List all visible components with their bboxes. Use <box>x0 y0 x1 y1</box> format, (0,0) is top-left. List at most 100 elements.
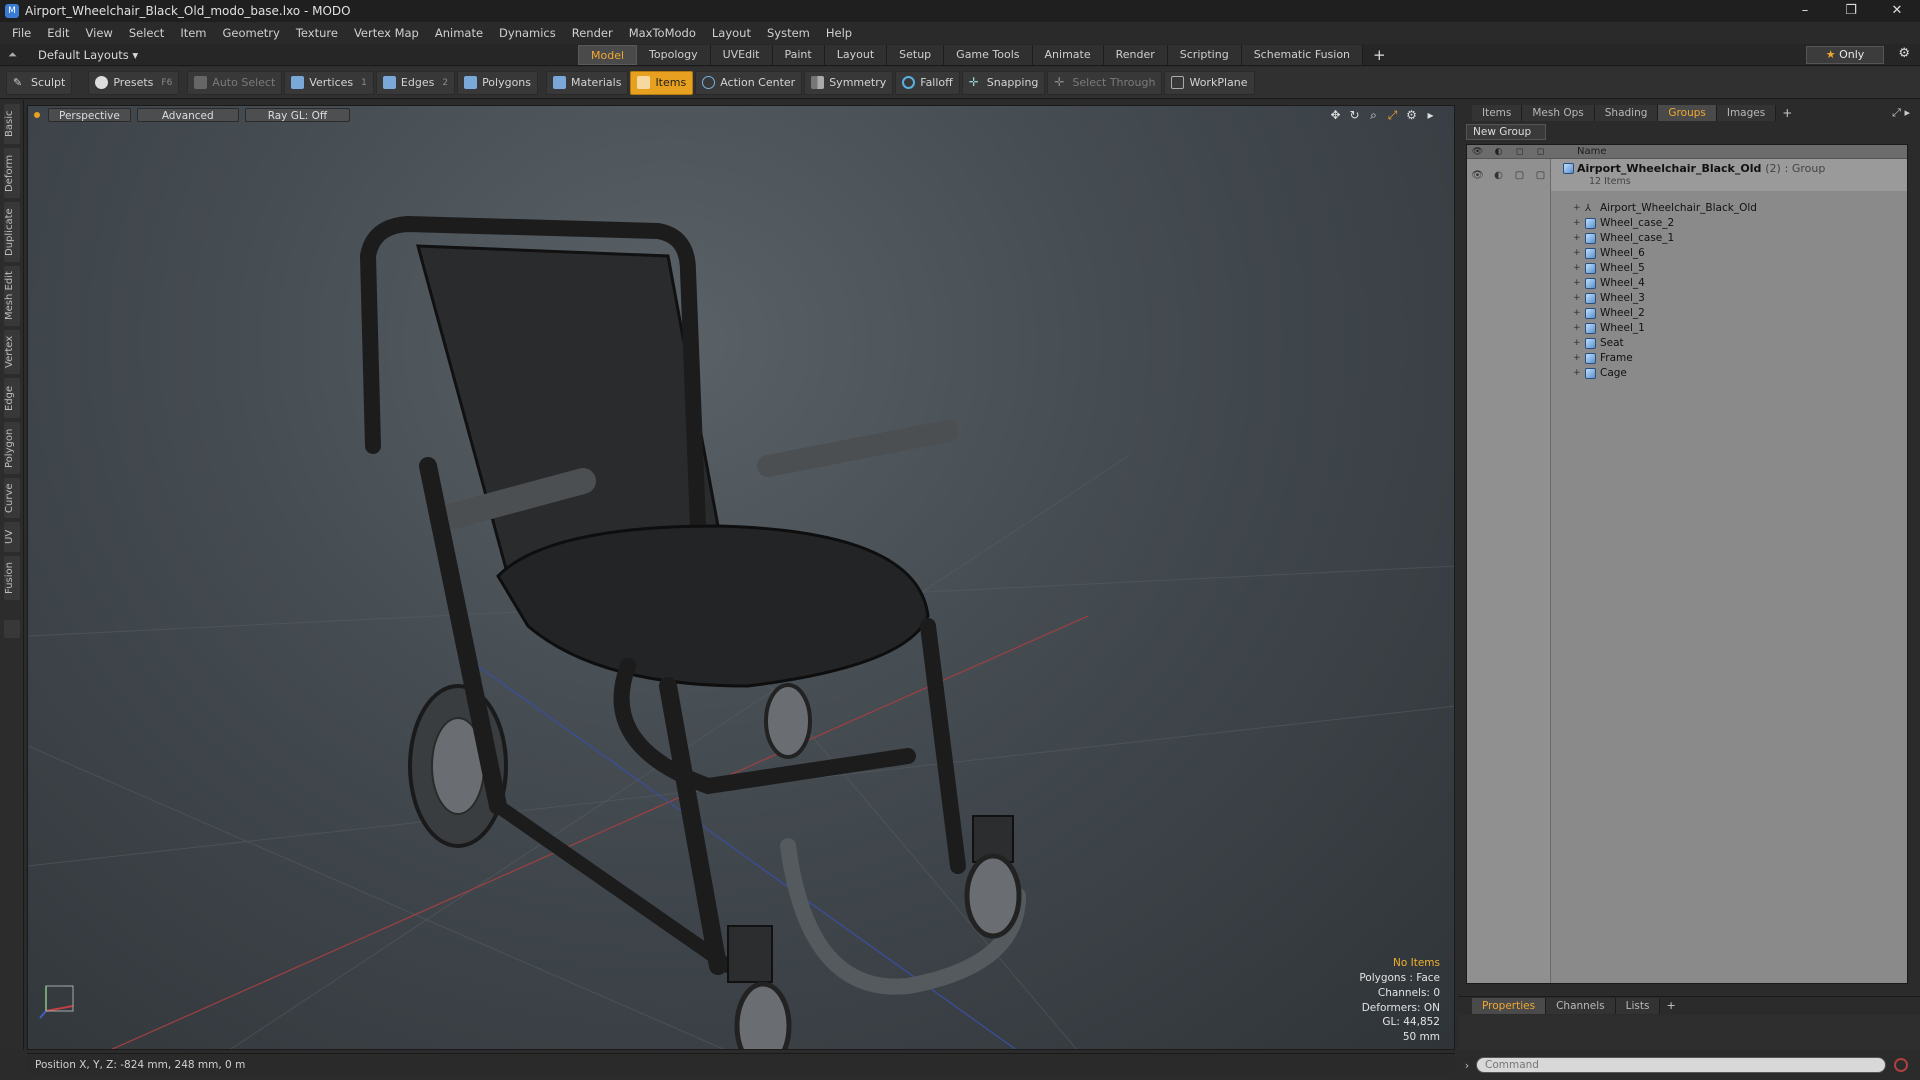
new-group-button[interactable]: New Group <box>1466 124 1546 140</box>
zoom-icon[interactable]: ⌕ <box>1364 108 1383 123</box>
menu-file[interactable]: File <box>4 22 39 44</box>
tab-model[interactable]: Model <box>578 44 638 65</box>
expand-icon[interactable]: + <box>1573 308 1585 318</box>
vtab-extra-button[interactable] <box>4 620 20 638</box>
polygons-button[interactable]: Polygons <box>457 70 539 95</box>
vtab-polygon[interactable]: Polygon <box>4 422 20 474</box>
tab-layout[interactable]: Layout <box>824 44 888 65</box>
visibility-column-icon[interactable]: 👁 <box>1467 147 1488 157</box>
menu-render[interactable]: Render <box>564 22 621 44</box>
tab-topology[interactable]: Topology <box>637 44 711 65</box>
fit-icon[interactable]: ⤢ <box>1383 108 1402 123</box>
viewport-gear-icon[interactable]: ⚙ <box>1402 108 1421 123</box>
expand-icon[interactable]: + <box>1573 338 1585 348</box>
tab-lists[interactable]: Lists <box>1615 997 1661 1014</box>
vtab-uv[interactable]: UV <box>4 522 20 552</box>
symmetry-button[interactable]: Symmetry <box>804 70 894 95</box>
list-item[interactable]: + Cage <box>1551 364 1907 382</box>
materials-button[interactable]: Materials <box>546 70 629 95</box>
menu-texture[interactable]: Texture <box>288 22 346 44</box>
view-mode-button[interactable]: Perspective <box>48 108 131 122</box>
edges-button[interactable]: Edges 2 <box>375 70 456 95</box>
root-select-toggle[interactable]: ▢ <box>1530 170 1551 181</box>
action-center-button[interactable]: Action Center <box>695 70 803 95</box>
menu-layout[interactable]: Layout <box>704 22 759 44</box>
tab-animate[interactable]: Animate <box>1032 44 1104 65</box>
pan-icon[interactable]: ✥ <box>1326 108 1345 123</box>
viewport-more-icon[interactable]: ▸ <box>1421 108 1440 123</box>
tab-items[interactable]: Items <box>1472 105 1523 121</box>
tab-setup[interactable]: Setup <box>887 44 945 65</box>
lock-column-icon[interactable]: ◻ <box>1509 147 1530 157</box>
menu-animate[interactable]: Animate <box>427 22 491 44</box>
root-group-row[interactable]: Airport_Wheelchair_Black_Old (2) : Group… <box>1551 159 1907 191</box>
shading-mode-button[interactable]: Advanced <box>136 108 239 122</box>
expand-icon[interactable]: + <box>1573 293 1585 303</box>
snapping-button[interactable]: ✛ Snapping <box>961 70 1046 95</box>
tab-images[interactable]: Images <box>1716 105 1777 121</box>
raygl-button[interactable]: Ray GL: Off <box>244 108 351 122</box>
menu-edit[interactable]: Edit <box>39 22 77 44</box>
viewport-options-dot[interactable] <box>34 112 40 118</box>
stop-icon[interactable] <box>1894 1058 1908 1072</box>
add-layout-tab-button[interactable]: + <box>1373 46 1386 64</box>
command-input[interactable] <box>1476 1057 1886 1073</box>
tab-shading[interactable]: Shading <box>1594 105 1659 121</box>
tab-paint[interactable]: Paint <box>772 44 825 65</box>
only-toggle[interactable]: ★ Only <box>1806 46 1884 64</box>
vertices-button[interactable]: Vertices 1 <box>284 70 374 95</box>
auto-select-button[interactable]: Auto Select <box>187 70 283 95</box>
tab-channels[interactable]: Channels <box>1546 997 1616 1014</box>
expand-icon[interactable]: + <box>1573 233 1585 243</box>
close-button[interactable]: ✕ <box>1874 0 1920 22</box>
tab-groups[interactable]: Groups <box>1658 105 1717 121</box>
tab-mesh-ops[interactable]: Mesh Ops <box>1522 105 1595 121</box>
tab-properties[interactable]: Properties <box>1472 997 1547 1014</box>
root-visibility-toggle[interactable]: 👁 <box>1467 170 1488 181</box>
select-through-button[interactable]: ✛ Select Through <box>1047 70 1163 95</box>
root-lock-toggle[interactable]: ▢ <box>1509 170 1530 181</box>
gear-icon[interactable]: ⚙ <box>1898 46 1910 61</box>
add-properties-tab-button[interactable]: + <box>1666 999 1675 1012</box>
viewport-scene[interactable] <box>28 106 1455 1050</box>
menu-help[interactable]: Help <box>818 22 860 44</box>
layouts-dropdown[interactable]: Default Layouts ▾ <box>38 48 578 62</box>
vtab-deform[interactable]: Deform <box>4 148 20 198</box>
render-column-icon[interactable]: ◐ <box>1488 147 1509 157</box>
name-column-header[interactable]: Name <box>1577 146 1607 157</box>
vtab-edge[interactable]: Edge <box>4 378 20 418</box>
expand-icon[interactable]: + <box>1573 248 1585 258</box>
vtab-mesh-edit[interactable]: Mesh Edit <box>4 266 20 326</box>
tab-render[interactable]: Render <box>1103 44 1168 65</box>
command-history-icon[interactable]: › <box>1458 1059 1476 1072</box>
vtab-curve[interactable]: Curve <box>4 478 20 518</box>
minimize-button[interactable]: – <box>1782 0 1828 22</box>
menu-geometry[interactable]: Geometry <box>215 22 288 44</box>
menu-item[interactable]: Item <box>172 22 214 44</box>
vtab-fusion[interactable]: Fusion <box>4 556 20 600</box>
vtab-duplicate[interactable]: Duplicate <box>4 202 20 262</box>
expand-icon[interactable]: + <box>1573 368 1585 378</box>
root-render-toggle[interactable]: ◐ <box>1488 170 1509 181</box>
rotate-icon[interactable]: ↻ <box>1345 108 1364 123</box>
items-button[interactable]: Items <box>630 70 694 95</box>
presets-button[interactable]: Presets F6 <box>88 70 180 95</box>
expand-icon[interactable]: + <box>1573 263 1585 273</box>
menu-select[interactable]: Select <box>121 22 172 44</box>
falloff-button[interactable]: Falloff <box>895 70 960 95</box>
expand-icon[interactable]: + <box>1573 218 1585 228</box>
3d-viewport[interactable]: Perspective Advanced Ray GL: Off ✥ ↻ ⌕ ⤢… <box>27 105 1455 1050</box>
expand-icon[interactable]: + <box>1573 278 1585 288</box>
menu-vertex-map[interactable]: Vertex Map <box>346 22 427 44</box>
expand-icon[interactable]: + <box>1573 323 1585 333</box>
tab-schematic-fusion[interactable]: Schematic Fusion <box>1241 44 1364 65</box>
expand-icon[interactable]: + <box>1573 353 1585 363</box>
menu-dynamics[interactable]: Dynamics <box>491 22 564 44</box>
workplane-button[interactable]: WorkPlane <box>1164 70 1255 95</box>
expand-icon[interactable]: ⤢ ▸ <box>1892 106 1910 120</box>
menu-maxtomodo[interactable]: MaxToModo <box>621 22 704 44</box>
menu-view[interactable]: View <box>78 22 121 44</box>
select-column-icon[interactable]: ◻ <box>1530 147 1551 157</box>
menu-system[interactable]: System <box>759 22 818 44</box>
add-tab-button[interactable]: + <box>1782 106 1792 120</box>
